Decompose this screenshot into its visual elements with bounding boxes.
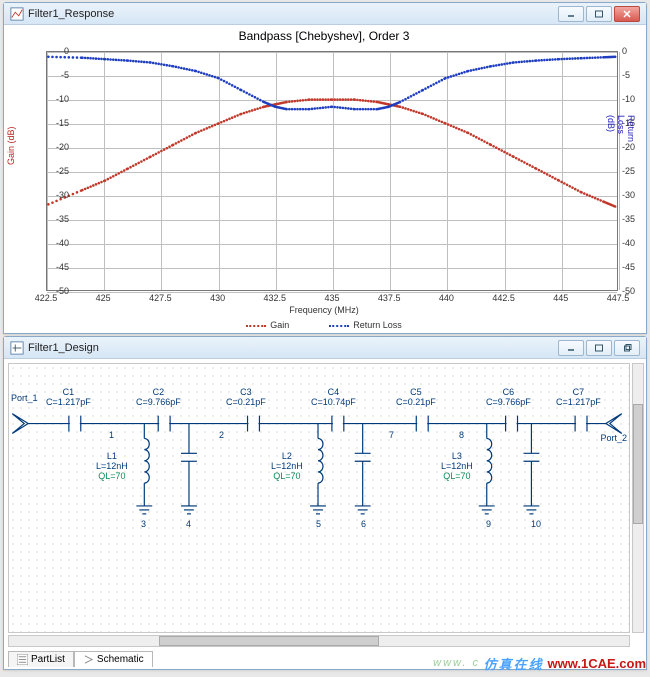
ytick-right: -30: [622, 190, 650, 200]
y-axis-left-label: Gain (dB): [6, 126, 16, 165]
design-title: Filter1_Design: [28, 342, 558, 354]
ytick-left: -35: [39, 214, 69, 224]
maximize-button[interactable]: [586, 340, 612, 356]
cap-c2[interactable]: C2C=9.766pF: [136, 388, 181, 408]
ytick-right: -40: [622, 238, 650, 248]
node-number: 10: [531, 519, 541, 529]
ytick-right: -15: [622, 118, 650, 128]
node-number: 5: [316, 519, 321, 529]
xtick: 447.5: [607, 293, 630, 303]
ytick-right: -35: [622, 214, 650, 224]
ytick-left: -5: [39, 70, 69, 80]
maximize-button[interactable]: [586, 6, 612, 22]
xtick: 435: [324, 293, 339, 303]
ytick-left: 0: [39, 46, 69, 56]
node-number: 1: [109, 430, 114, 440]
horizontal-scrollbar[interactable]: [8, 635, 630, 647]
restore-button[interactable]: [614, 340, 640, 356]
response-window: Filter1_Response Bandpass [Chebyshev], O…: [3, 2, 647, 334]
ytick-left: -25: [39, 166, 69, 176]
schematic-window-icon: [10, 341, 24, 355]
chart-title: Bandpass [Chebyshev], Order 3: [4, 25, 644, 45]
minimize-button[interactable]: [558, 340, 584, 356]
node-number: 3: [141, 519, 146, 529]
vertical-scrollbar[interactable]: [632, 363, 644, 633]
response-titlebar[interactable]: Filter1_Response: [4, 3, 646, 25]
node-number: 6: [361, 519, 366, 529]
design-window: Filter1_Design C1C=1.217pF C2C=9.766pF C3C…: [3, 336, 647, 670]
chart-series: [47, 52, 617, 290]
ytick-right: 0: [622, 46, 650, 56]
ytick-right: -25: [622, 166, 650, 176]
response-title: Filter1_Response: [28, 8, 558, 20]
xtick: 430: [210, 293, 225, 303]
port-in-label: Port_1: [11, 394, 38, 404]
watermark-zh: 仿真在线: [484, 654, 544, 673]
ytick-right: -5: [622, 70, 650, 80]
ytick-right: -10: [622, 94, 650, 104]
ytick-left: -20: [39, 142, 69, 152]
tab-partlist-label: PartList: [31, 654, 65, 665]
design-tabs: PartList Schematic: [8, 647, 153, 667]
xtick: 442.5: [492, 293, 515, 303]
watermark-url: www.1CAE.com: [548, 656, 646, 671]
ytick-left: -30: [39, 190, 69, 200]
ind-l3[interactable]: L3L=12nHQL=70: [441, 452, 473, 482]
ind-l1[interactable]: L1L=12nHQL=70: [96, 452, 128, 482]
node-number: 4: [186, 519, 191, 529]
ytick-left: -15: [39, 118, 69, 128]
cap-c3[interactable]: C3C=0.21pF: [226, 388, 266, 408]
port-out-label: Port_2: [600, 434, 627, 444]
design-titlebar[interactable]: Filter1_Design: [4, 337, 646, 359]
ytick-left: -40: [39, 238, 69, 248]
ytick-left: -10: [39, 94, 69, 104]
node-number: 9: [486, 519, 491, 529]
x-axis-label: Frequency (MHz): [289, 305, 359, 315]
node-number: 2: [219, 430, 224, 440]
xtick: 437.5: [378, 293, 401, 303]
chevron-right-icon: [83, 654, 94, 665]
node-number: 8: [459, 430, 464, 440]
plot-area[interactable]: [46, 51, 618, 291]
cap-c7[interactable]: C7C=1.217pF: [556, 388, 601, 408]
xtick: 427.5: [149, 293, 172, 303]
xtick: 422.5: [35, 293, 58, 303]
xtick: 440: [439, 293, 454, 303]
chart-area: Bandpass [Chebyshev], Order 3 Gain (dB) …: [4, 25, 644, 333]
legend-return-loss: Return Loss: [353, 320, 402, 330]
design-body: C1C=1.217pF C2C=9.766pF C3C=0.21pF C4C=10.7…: [4, 359, 644, 669]
ytick-right: -20: [622, 142, 650, 152]
cap-c4[interactable]: C4C=10.74pF: [311, 388, 356, 408]
cap-c5[interactable]: C5C=0.21pF: [396, 388, 436, 408]
close-button[interactable]: [614, 6, 640, 22]
cap-c1[interactable]: C1C=1.217pF: [46, 388, 91, 408]
tab-partlist[interactable]: PartList: [8, 651, 74, 667]
ind-l2[interactable]: L2L=12nHQL=70: [271, 452, 303, 482]
watermark-site-left: www. c: [433, 657, 480, 669]
xtick: 432.5: [264, 293, 287, 303]
cap-c6[interactable]: C6C=9.766pF: [486, 388, 531, 408]
chart-window-icon: [10, 7, 24, 21]
list-icon: [17, 654, 28, 665]
tab-schematic[interactable]: Schematic: [74, 651, 153, 667]
ytick-left: -45: [39, 262, 69, 272]
xtick: 445: [553, 293, 568, 303]
tab-schematic-label: Schematic: [97, 654, 144, 665]
minimize-button[interactable]: [558, 6, 584, 22]
schematic-canvas[interactable]: C1C=1.217pF C2C=9.766pF C3C=0.21pF C4C=10.7…: [8, 363, 630, 633]
watermark: 仿真在线 www.1CAE.com: [484, 654, 647, 673]
node-number: 7: [389, 430, 394, 440]
ytick-right: -45: [622, 262, 650, 272]
chart-legend: Gain Return Loss: [246, 320, 402, 330]
xtick: 425: [96, 293, 111, 303]
legend-gain: Gain: [270, 320, 289, 330]
